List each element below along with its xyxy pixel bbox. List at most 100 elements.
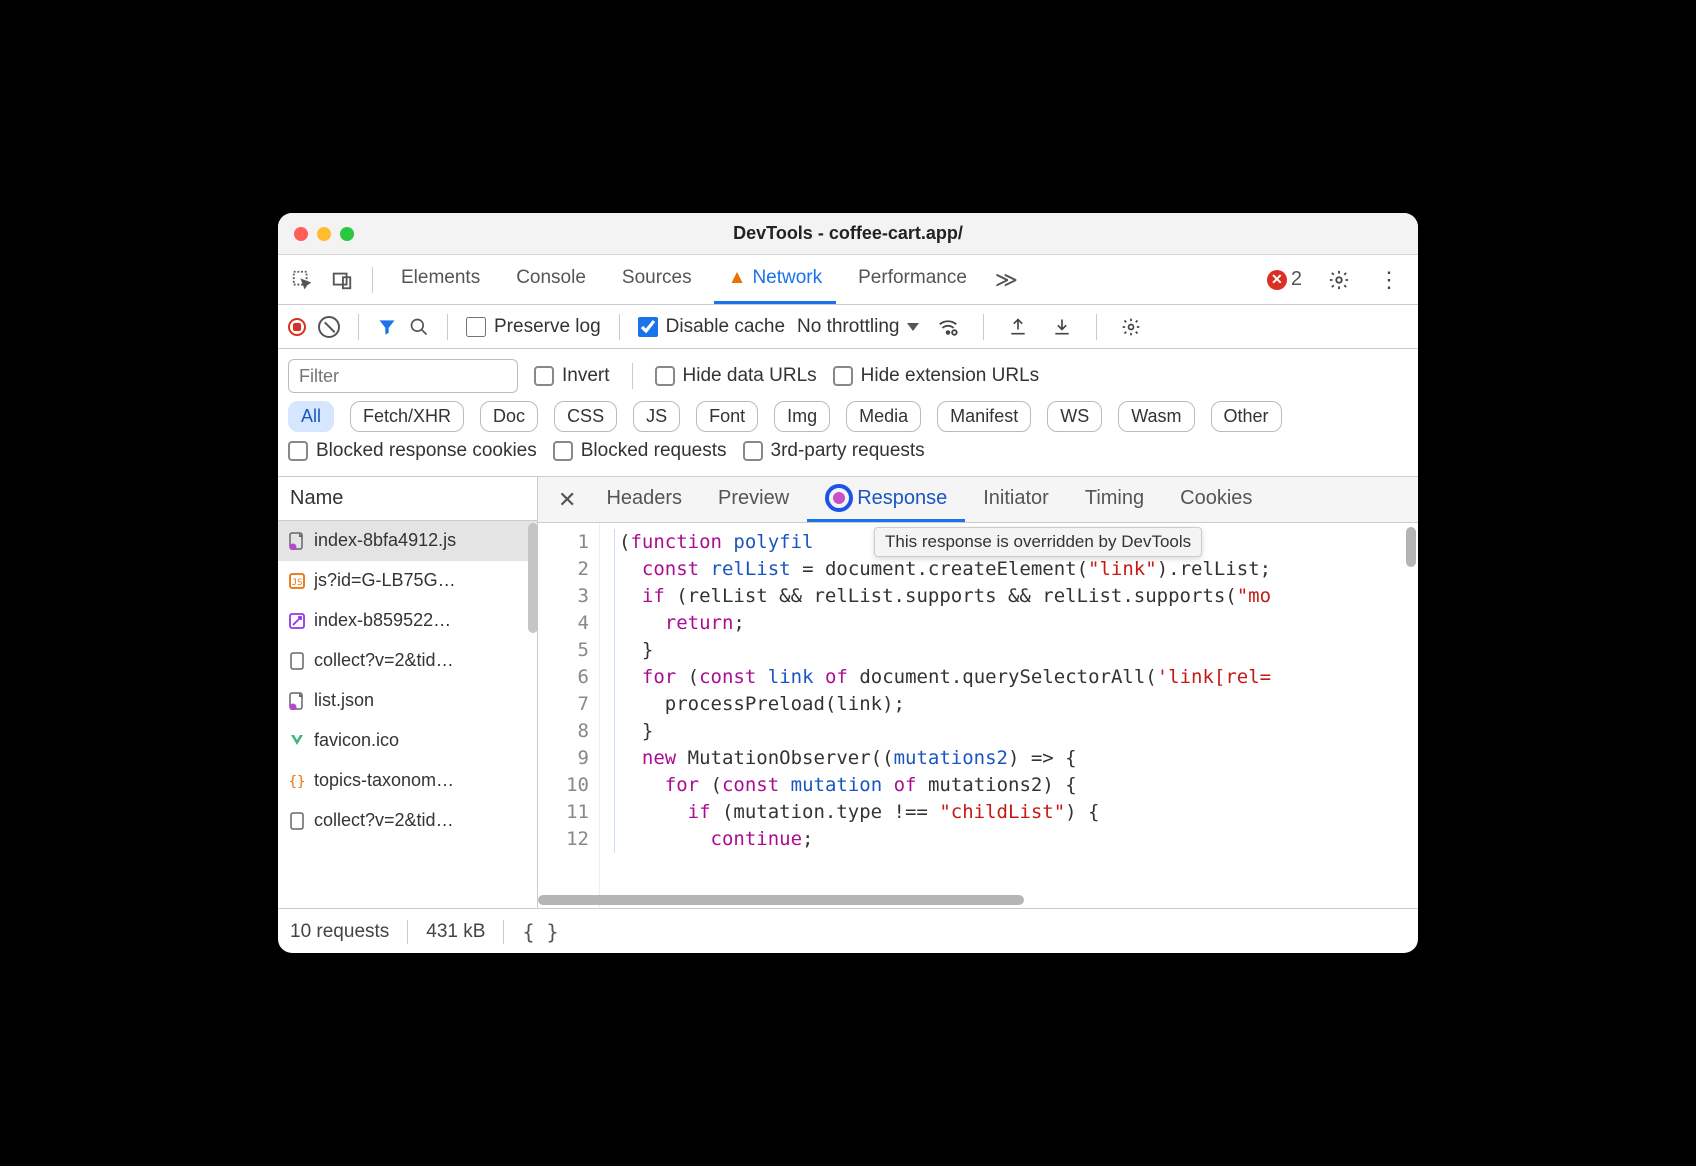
third-party-checkbox[interactable]: 3rd-party requests — [743, 440, 925, 462]
warning-icon: ▲ — [728, 267, 747, 289]
hide-extension-urls-checkbox[interactable]: Hide extension URLs — [833, 365, 1039, 387]
tab-response[interactable]: Response — [807, 477, 965, 522]
status-bar: 10 requests 431 kB { } — [278, 909, 1418, 953]
error-counter[interactable]: ✕ 2 — [1259, 268, 1310, 291]
request-row[interactable]: favicon.ico — [278, 721, 537, 761]
request-name: js?id=G-LB75G… — [314, 570, 456, 591]
close-detail-button[interactable]: ✕ — [546, 487, 588, 513]
request-name: collect?v=2&tid… — [314, 810, 454, 831]
request-row[interactable]: {}topics-taxonom… — [278, 761, 537, 801]
detail-panel: ✕ Headers Preview Response Initiator Tim… — [538, 477, 1418, 908]
titlebar: DevTools - coffee-cart.app/ — [278, 213, 1418, 255]
maximize-window-button[interactable] — [340, 227, 354, 241]
request-name: index-8bfa4912.js — [314, 530, 456, 551]
disable-cache-checkbox[interactable]: Disable cache — [638, 316, 785, 338]
chevron-down-icon — [907, 323, 919, 331]
code: (function polyfil const relList = docume… — [600, 523, 1418, 908]
type-pill-wasm[interactable]: Wasm — [1118, 401, 1194, 432]
request-name: index-b859522… — [314, 610, 451, 631]
type-pill-css[interactable]: CSS — [554, 401, 617, 432]
window-controls — [294, 227, 354, 241]
request-row[interactable]: index-8bfa4912.js — [278, 521, 537, 561]
record-button[interactable] — [288, 318, 306, 336]
tab-network[interactable]: ▲Network — [714, 255, 837, 304]
override-tooltip: This response is overridden by DevTools — [874, 527, 1202, 557]
svg-text:JS: JS — [292, 578, 303, 588]
type-pill-ws[interactable]: WS — [1047, 401, 1102, 432]
device-toolbar-icon[interactable] — [326, 264, 358, 296]
type-pill-js[interactable]: JS — [633, 401, 680, 432]
network-conditions-icon[interactable] — [931, 316, 965, 338]
css-ext-icon — [288, 612, 306, 630]
preserve-log-checkbox[interactable]: Preserve log — [466, 316, 601, 338]
type-pill-media[interactable]: Media — [846, 401, 921, 432]
request-name: list.json — [314, 690, 374, 711]
tab-headers[interactable]: Headers — [588, 477, 700, 522]
tab-cookies[interactable]: Cookies — [1162, 477, 1270, 522]
transfer-size: 431 kB — [426, 921, 485, 943]
network-toolbar: Preserve log Disable cache No throttling — [278, 305, 1418, 349]
search-icon[interactable] — [409, 317, 429, 337]
settings-icon[interactable] — [1318, 269, 1360, 291]
tab-console[interactable]: Console — [502, 255, 600, 304]
type-pill-doc[interactable]: Doc — [480, 401, 538, 432]
type-pill-manifest[interactable]: Manifest — [937, 401, 1031, 432]
request-count: 10 requests — [290, 921, 389, 943]
type-pill-fetchxhr[interactable]: Fetch/XHR — [350, 401, 464, 432]
pretty-print-icon[interactable]: { } — [522, 920, 558, 944]
clear-button[interactable] — [318, 316, 340, 338]
vertical-scrollbar[interactable] — [1406, 527, 1416, 567]
network-settings-icon[interactable] — [1115, 317, 1147, 337]
doc-icon — [288, 812, 306, 830]
overflow-menu-icon[interactable]: ⋮ — [1368, 267, 1410, 293]
minimize-window-button[interactable] — [317, 227, 331, 241]
content-area: Name index-8bfa4912.js JS js?id=G-LB75G… in… — [278, 477, 1418, 909]
more-tabs-button[interactable]: ≫ — [989, 267, 1024, 293]
js-ext-icon: JS — [288, 572, 306, 590]
request-name: favicon.ico — [314, 730, 399, 751]
separator — [372, 267, 373, 293]
inspect-icon[interactable] — [286, 264, 318, 296]
type-pill-all[interactable]: All — [288, 401, 334, 432]
tab-performance[interactable]: Performance — [844, 255, 981, 304]
vue-icon — [288, 732, 306, 750]
json-icon — [288, 692, 306, 710]
type-pill-img[interactable]: Img — [774, 401, 830, 432]
request-row[interactable]: list.json — [278, 681, 537, 721]
main-tab-strip: Elements Console Sources ▲Network Perfor… — [278, 255, 1418, 305]
filter-input[interactable] — [288, 359, 518, 393]
import-har-icon[interactable] — [1046, 317, 1078, 337]
error-icon: ✕ — [1267, 270, 1287, 290]
blocked-requests-checkbox[interactable]: Blocked requests — [553, 440, 727, 462]
tab-initiator[interactable]: Initiator — [965, 477, 1067, 522]
horizontal-scrollbar[interactable] — [538, 892, 1406, 908]
request-row[interactable]: index-b859522… — [278, 601, 537, 641]
tab-preview[interactable]: Preview — [700, 477, 807, 522]
export-har-icon[interactable] — [1002, 317, 1034, 337]
window-title: DevTools - coffee-cart.app/ — [733, 223, 963, 244]
tab-elements[interactable]: Elements — [387, 255, 494, 304]
gutter: 123456789101112 — [538, 523, 600, 908]
detail-tab-strip: ✕ Headers Preview Response Initiator Tim… — [538, 477, 1418, 523]
request-row[interactable]: collect?v=2&tid… — [278, 801, 537, 841]
invert-checkbox[interactable]: Invert — [534, 365, 610, 387]
type-pill-font[interactable]: Font — [696, 401, 758, 432]
request-list: Name index-8bfa4912.js JS js?id=G-LB75G… in… — [278, 477, 538, 908]
blocked-cookies-checkbox[interactable]: Blocked response cookies — [288, 440, 537, 462]
response-code-viewer[interactable]: 123456789101112 (function polyfil const … — [538, 523, 1418, 908]
request-row[interactable]: collect?v=2&tid… — [278, 641, 537, 681]
devtools-window: DevTools - coffee-cart.app/ Elements Con… — [278, 213, 1418, 953]
doc-icon — [288, 652, 306, 670]
request-row[interactable]: JS js?id=G-LB75G… — [278, 561, 537, 601]
type-pill-other[interactable]: Other — [1211, 401, 1282, 432]
override-indicator-icon — [825, 484, 853, 512]
close-window-button[interactable] — [294, 227, 308, 241]
scrollbar[interactable] — [528, 521, 538, 908]
throttling-select[interactable]: No throttling — [797, 316, 919, 338]
tab-timing[interactable]: Timing — [1067, 477, 1162, 522]
request-name: topics-taxonom… — [314, 770, 454, 791]
hide-data-urls-checkbox[interactable]: Hide data URLs — [655, 365, 817, 387]
name-column-header[interactable]: Name — [278, 477, 537, 521]
tab-sources[interactable]: Sources — [608, 255, 706, 304]
filter-funnel-icon[interactable] — [377, 317, 397, 337]
